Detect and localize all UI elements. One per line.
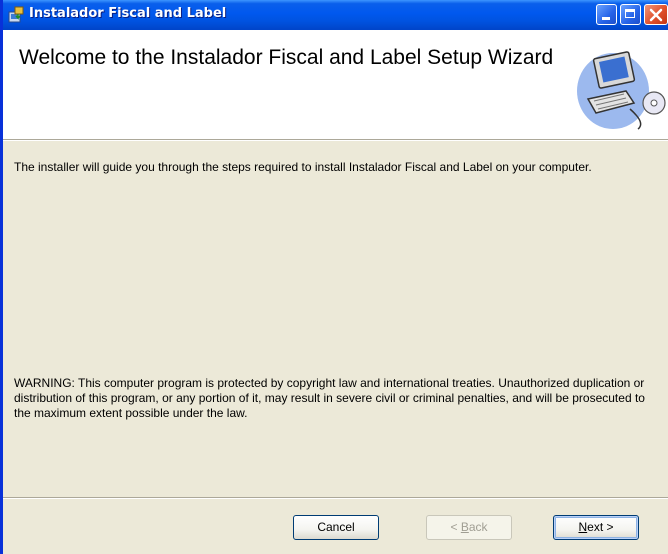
setup-wizard-window: Instalador Fiscal and Label Welcome to t…: [0, 0, 668, 554]
header-divider: [3, 139, 668, 141]
back-chevron-icon: <: [450, 520, 461, 534]
computer-setup-icon: [577, 51, 666, 130]
maximize-button[interactable]: [620, 4, 641, 25]
next-label: ext >: [587, 520, 614, 534]
title-bar[interactable]: Instalador Fiscal and Label: [3, 0, 668, 30]
warning-text: WARNING: This computer program is protec…: [14, 376, 645, 420]
installer-icon: [8, 6, 24, 23]
back-button[interactable]: < Back: [426, 515, 512, 540]
page-title: Welcome to the Instalador Fiscal and Lab…: [19, 46, 554, 69]
next-mnemonic: N: [578, 520, 588, 534]
back-label: ack: [468, 520, 488, 534]
window-title: Instalador Fiscal and Label: [29, 6, 227, 21]
next-button[interactable]: Next >: [553, 515, 639, 540]
wizard-header: Welcome to the Instalador Fiscal and Lab…: [3, 30, 668, 139]
intro-text: The installer will guide you through the…: [14, 160, 592, 174]
minimize-button[interactable]: [596, 4, 617, 25]
close-icon: [649, 8, 663, 22]
close-button[interactable]: [644, 4, 668, 25]
footer-divider: [3, 497, 668, 499]
back-mnemonic: B: [460, 520, 469, 534]
cancel-button[interactable]: Cancel: [293, 515, 379, 540]
